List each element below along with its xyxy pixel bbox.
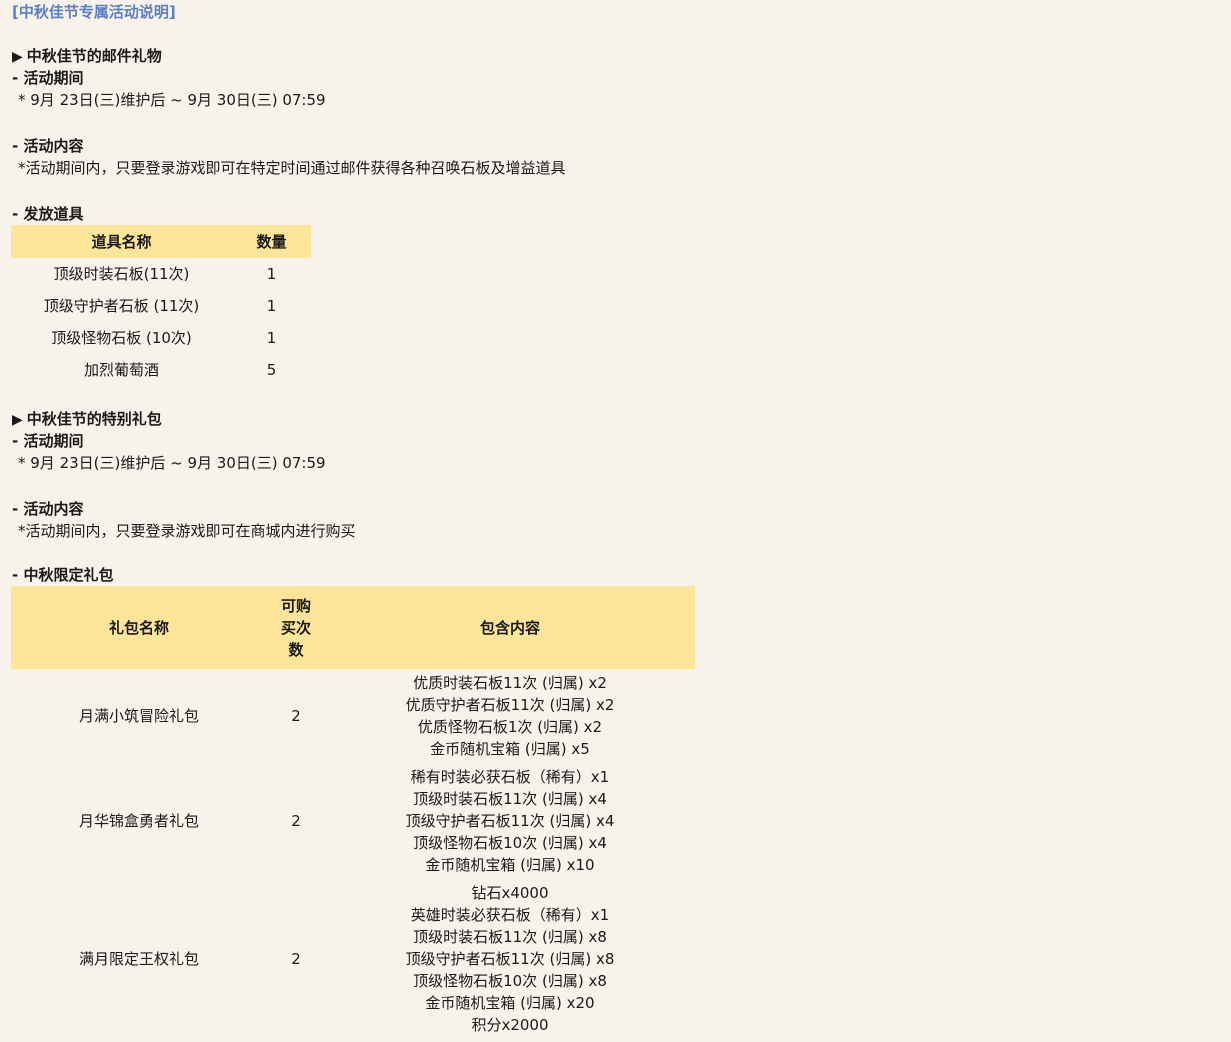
- pack-content-item: 优质时装石板11次 (归属) x2: [413, 674, 607, 692]
- content-text: *活动期间内，只要登录游戏即可在特定时间通过邮件获得各种召唤石板及增益道具: [18, 159, 566, 177]
- triangle-right-icon: ▶: [12, 49, 23, 65]
- item-quantity: 5: [266, 361, 277, 379]
- table-row: 顶级时装石板(11次) 1: [11, 258, 311, 290]
- pack-content-item: 钻石x4000: [471, 884, 549, 902]
- pack-name: 满月限定王权礼包: [78, 950, 199, 968]
- pack-content-item: 金币随机宝箱 (归属) x5: [430, 740, 590, 758]
- mail-items-table: 道具名称 数量 顶级时装石板(11次) 1 顶级守护者石板 (11次) 1 顶级…: [11, 225, 311, 386]
- pack-purchase-limit: 2: [291, 812, 301, 830]
- column-header-purchase-limit: 可购 买次 数: [267, 586, 325, 669]
- content-text: *活动期间内，只要登录游戏即可在商城内进行购买: [18, 522, 356, 540]
- pack-content-item: 积分x2000: [471, 1016, 549, 1034]
- pack-content-item: 顶级怪物石板10次 (归属) x4: [413, 834, 607, 852]
- column-header-contents: 包含内容: [325, 586, 695, 669]
- period-text: * 9月 23日(三)维护后 ~ 9月 30日(三) 07:59: [18, 454, 326, 472]
- pack-contents: 稀有时装必获石板（稀有）x1 顶级时装石板11次 (归属) x4 顶级守护者石板11…: [325, 763, 695, 879]
- item-quantity: 1: [266, 265, 277, 283]
- item-quantity: 1: [266, 329, 277, 347]
- item-name: 顶级时装石板(11次): [53, 265, 190, 283]
- pack-content-item: 金币随机宝箱 (归属) x10: [425, 856, 595, 874]
- content-label: - 活动内容: [12, 137, 84, 155]
- table-row: 顶级守护者石板 (11次) 1: [11, 290, 311, 322]
- pack-content-item: 优质怪物石板1次 (归属) x2: [417, 718, 603, 736]
- packs-label: - 中秋限定礼包: [12, 566, 114, 584]
- pack-content-item: 英雄时装必获石板（稀有）x1: [410, 906, 610, 924]
- table-row: 月华锦盒勇者礼包 2 稀有时装必获石板（稀有）x1 顶级时装石板11次 (归属) x4…: [11, 763, 695, 879]
- event-notice: [中秋佳节专属活动说明] ▶ 中秋佳节的邮件礼物 - 活动期间 * 9月 23日(…: [11, 1, 1212, 1039]
- items-label: - 发放道具: [12, 205, 84, 223]
- pack-content-item: 金币随机宝箱 (归属) x20: [425, 994, 595, 1012]
- pack-content-item: 顶级怪物石板10次 (归属) x8: [413, 972, 607, 990]
- section-heading-mail-gift: ▶ 中秋佳节的邮件礼物: [12, 47, 162, 65]
- triangle-right-icon: ▶: [12, 412, 23, 428]
- page-title: [中秋佳节专属活动说明]: [12, 3, 176, 21]
- pack-content-item: 优质守护者石板11次 (归属) x2: [405, 696, 615, 714]
- period-label: - 活动期间: [12, 69, 84, 87]
- pack-content-item: 顶级时装石板11次 (归属) x4: [413, 790, 607, 808]
- pack-content-item: 顶级守护者石板11次 (归属) x4: [405, 812, 615, 830]
- column-header-item-name: 道具名称: [11, 225, 232, 258]
- table-row: 加烈葡萄酒 5: [11, 354, 311, 386]
- pack-content-item: 稀有时装必获石板（稀有）x1: [410, 768, 610, 786]
- item-name: 顶级守护者石板 (11次): [43, 297, 200, 315]
- period-text: * 9月 23日(三)维护后 ~ 9月 30日(三) 07:59: [18, 91, 326, 109]
- table-row: 满月限定王权礼包 2 钻石x4000 英雄时装必获石板（稀有）x1 顶级时装石板11次 …: [11, 879, 695, 1039]
- item-name: 顶级怪物石板 (10次): [51, 329, 192, 347]
- pack-contents: 钻石x4000 英雄时装必获石板（稀有）x1 顶级时装石板11次 (归属) x8 顶级…: [325, 879, 695, 1039]
- content-label: - 活动内容: [12, 500, 84, 518]
- item-quantity: 1: [266, 297, 277, 315]
- table-row: 顶级怪物石板 (10次) 1: [11, 322, 311, 354]
- pack-name: 月满小筑冒险礼包: [78, 707, 199, 725]
- section-heading-special-pack: ▶ 中秋佳节的特别礼包: [12, 410, 162, 428]
- column-header-quantity: 数量: [232, 225, 311, 258]
- table-row: 月满小筑冒险礼包 2 优质时装石板11次 (归属) x2 优质守护者石板11次 (归属…: [11, 669, 695, 763]
- pack-content-item: 顶级守护者石板11次 (归属) x8: [405, 950, 615, 968]
- packs-table: 礼包名称 可购 买次 数 包含内容 月满小筑冒险礼包 2 优质时装石板11次 (归属…: [11, 586, 695, 1039]
- pack-name: 月华锦盒勇者礼包: [78, 812, 199, 830]
- item-name: 加烈葡萄酒: [83, 361, 159, 379]
- pack-purchase-limit: 2: [291, 707, 301, 725]
- column-header-pack-name: 礼包名称: [11, 586, 267, 669]
- pack-content-item: 顶级时装石板11次 (归属) x8: [413, 928, 607, 946]
- period-label: - 活动期间: [12, 432, 84, 450]
- pack-contents: 优质时装石板11次 (归属) x2 优质守护者石板11次 (归属) x2 优质怪物石…: [325, 669, 695, 763]
- pack-purchase-limit: 2: [291, 950, 301, 968]
